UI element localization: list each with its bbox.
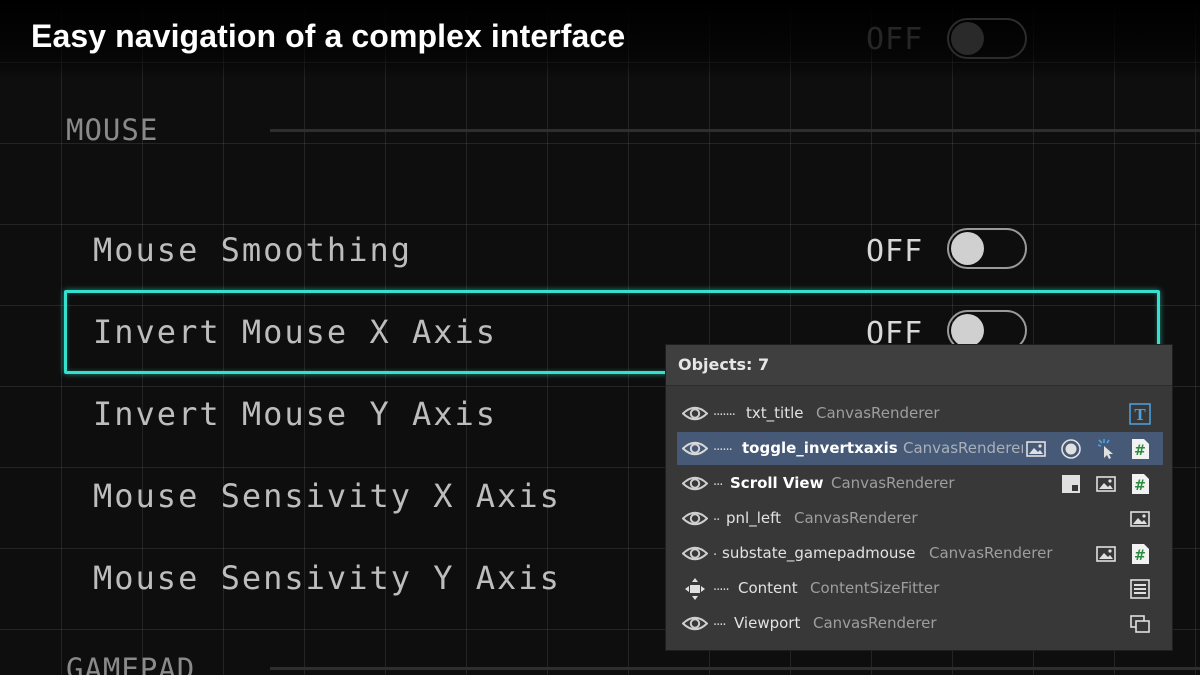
- transform-move-icon[interactable]: [682, 578, 708, 600]
- panel-header: Objects: 7: [666, 345, 1172, 386]
- scrollrect-component-icon[interactable]: [1060, 473, 1082, 495]
- object-name: substate_gamepadmouse: [722, 544, 916, 562]
- section-mouse: MOUSE: [66, 113, 159, 147]
- toggle-knob: [951, 232, 984, 265]
- visibility-eye-icon[interactable]: [682, 615, 708, 632]
- image-component-icon[interactable]: [1129, 508, 1151, 530]
- object-type: ContentSizeFitter: [810, 579, 940, 597]
- setting-label-invert-y[interactable]: Invert Mouse Y Axis: [93, 395, 497, 433]
- object-row[interactable]: .... Viewport CanvasRenderer: [677, 607, 1163, 640]
- object-name: toggle_invertxaxis: [742, 439, 898, 457]
- event-trigger-icon[interactable]: [1095, 438, 1117, 460]
- toggle-knob: [951, 314, 984, 347]
- object-row[interactable]: ... Scroll View CanvasRenderer #: [677, 467, 1163, 500]
- image-component-icon[interactable]: [1025, 438, 1047, 460]
- script-component-icon[interactable]: #: [1129, 473, 1151, 495]
- object-type: CanvasRenderer: [903, 439, 1023, 457]
- script-component-icon[interactable]: #: [1129, 438, 1151, 460]
- section-divider: [270, 129, 1200, 132]
- toggle-knob: [951, 22, 984, 55]
- settings-screen: OFF Easy navigation of a complex interfa…: [0, 0, 1200, 675]
- object-name: Scroll View: [730, 474, 824, 492]
- top-toggle-state: OFF: [866, 22, 924, 57]
- object-type: CanvasRenderer: [831, 474, 955, 492]
- mask-component-icon[interactable]: [1129, 613, 1151, 635]
- svg-text:T: T: [1134, 405, 1146, 424]
- object-row[interactable]: .. pnl_left CanvasRenderer: [677, 502, 1163, 535]
- script-component-icon[interactable]: #: [1129, 543, 1151, 565]
- setting-label-mouse-smoothing: Mouse Smoothing: [93, 231, 412, 269]
- svg-text:#: #: [1134, 478, 1146, 494]
- mouse-smoothing-toggle[interactable]: [947, 228, 1027, 269]
- setting-label-invert-x[interactable]: Invert Mouse X Axis: [93, 313, 497, 351]
- objects-panel: Objects: 7 ....... txt_title CanvasRende…: [665, 344, 1173, 651]
- object-type: CanvasRenderer: [929, 544, 1053, 562]
- object-name: Content: [738, 579, 798, 597]
- visibility-eye-icon[interactable]: [682, 475, 708, 492]
- hierarchy-depth-dots: ...: [713, 474, 723, 489]
- svg-text:#: #: [1134, 548, 1146, 564]
- object-row[interactable]: . substate_gamepadmouse CanvasRenderer #: [677, 537, 1163, 570]
- svg-text:#: #: [1134, 443, 1146, 459]
- visibility-eye-icon[interactable]: [682, 510, 708, 527]
- visibility-eye-icon[interactable]: [682, 405, 708, 422]
- visibility-eye-icon[interactable]: [682, 545, 708, 562]
- hierarchy-depth-dots: .....: [713, 579, 730, 594]
- hierarchy-depth-dots: .......: [713, 404, 736, 419]
- panel-title: Objects: 7: [678, 355, 770, 374]
- object-type: CanvasRenderer: [794, 509, 918, 527]
- object-type: CanvasRenderer: [813, 614, 937, 632]
- top-toggle-switch[interactable]: [947, 18, 1027, 59]
- object-type: CanvasRenderer: [816, 404, 940, 422]
- hierarchy-depth-dots: .: [713, 544, 717, 559]
- section-gamepad: GAMEPAD: [66, 652, 196, 675]
- hierarchy-depth-dots: ....: [713, 614, 726, 629]
- object-row[interactable]: ..... Content ContentSizeFitter: [677, 572, 1163, 605]
- image-component-icon[interactable]: [1095, 543, 1117, 565]
- object-name: txt_title: [746, 404, 804, 422]
- object-row-selected[interactable]: ...... toggle_invertxaxis CanvasRenderer…: [677, 432, 1163, 465]
- toggle-component-icon[interactable]: [1060, 438, 1082, 460]
- object-name: Viewport: [734, 614, 801, 632]
- layout-group-icon[interactable]: [1129, 578, 1151, 600]
- visibility-eye-icon[interactable]: [682, 440, 708, 457]
- object-name: pnl_left: [726, 509, 781, 527]
- hierarchy-depth-dots: ......: [713, 439, 733, 454]
- setting-label-sensitivity-y[interactable]: Mouse Sensivity Y Axis: [93, 559, 561, 597]
- text-component-icon[interactable]: T: [1129, 403, 1151, 425]
- section-divider: [270, 667, 1200, 670]
- object-row[interactable]: ....... txt_title CanvasRenderer T: [677, 397, 1163, 430]
- headline: Easy navigation of a complex interface: [31, 18, 626, 54]
- setting-label-sensitivity-x[interactable]: Mouse Sensivity X Axis: [93, 477, 561, 515]
- mouse-smoothing-state: OFF: [866, 234, 924, 269]
- image-component-icon[interactable]: [1095, 473, 1117, 495]
- hierarchy-depth-dots: ..: [713, 509, 720, 524]
